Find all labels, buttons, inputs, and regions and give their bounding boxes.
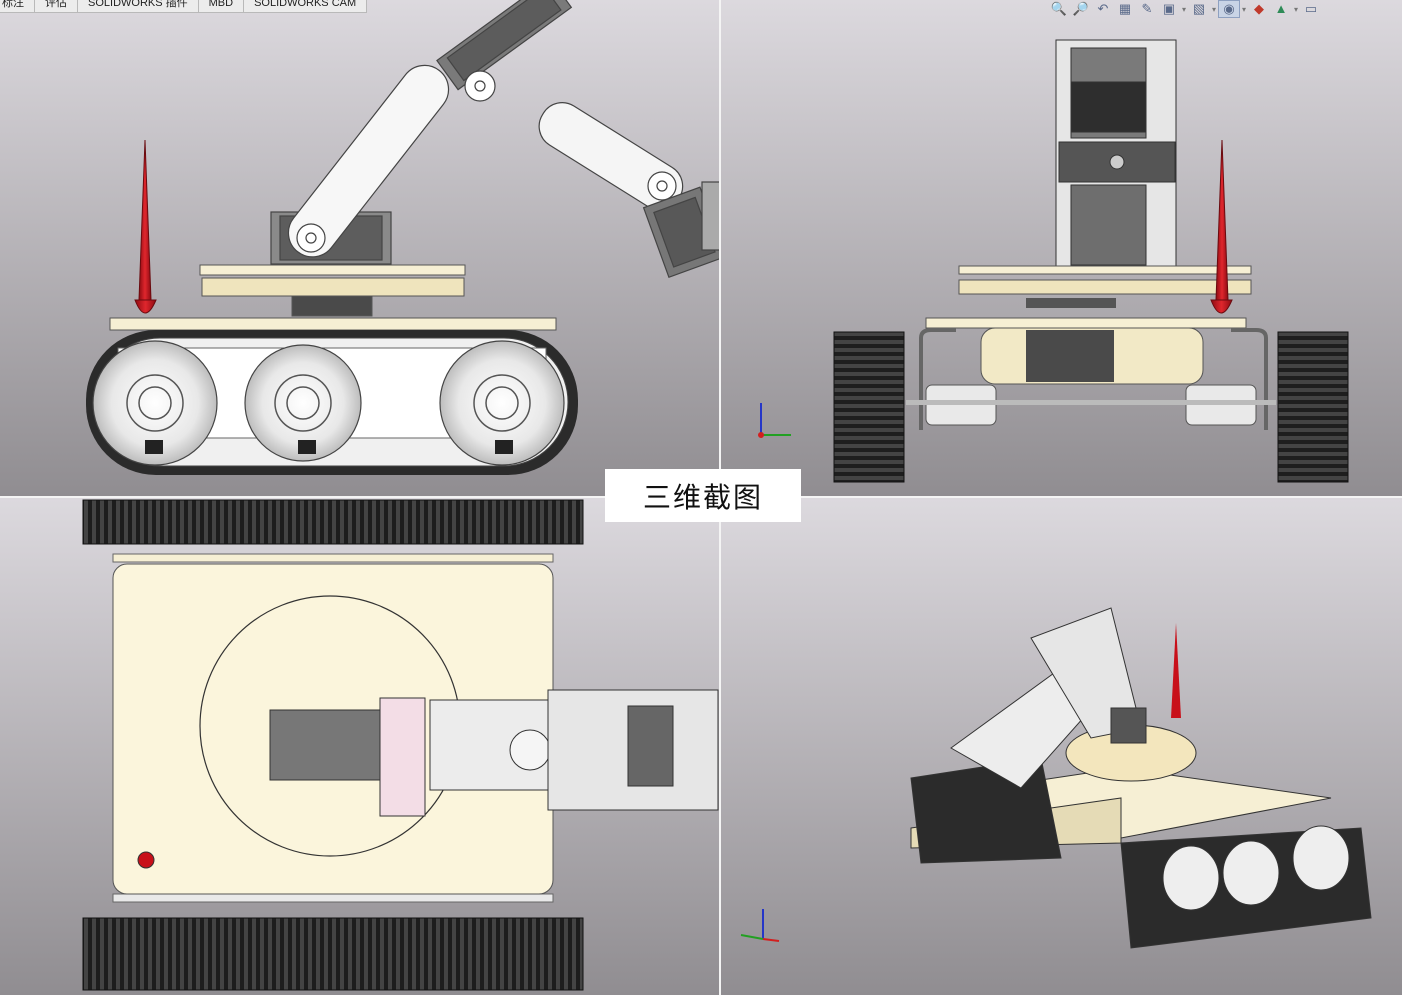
tab-mbd[interactable]: MBD xyxy=(199,0,245,12)
dropdown-arrow-icon[interactable]: ▾ xyxy=(1240,5,1248,14)
isometric-view-model xyxy=(721,498,1402,995)
hide-show-items-icon[interactable]: ◉ xyxy=(1218,0,1240,18)
dynamic-annotation-icon[interactable]: ✎ xyxy=(1136,0,1158,18)
apply-scene-icon[interactable]: ▲ xyxy=(1270,0,1292,18)
previous-view-icon[interactable]: ↶ xyxy=(1092,0,1114,18)
dropdown-arrow-icon[interactable]: ▾ xyxy=(1292,5,1300,14)
display-style-icon[interactable]: ▧ xyxy=(1188,0,1210,18)
tab-solidworks-cam[interactable]: SOLIDWORKS CAM xyxy=(244,0,368,12)
viewport-top[interactable] xyxy=(0,498,719,995)
command-manager-tabs: 标注 评估 SOLIDWORKS 插件 MBD SOLIDWORKS CAM xyxy=(0,0,368,13)
section-view-icon[interactable]: ▦ xyxy=(1114,0,1136,18)
view-settings-icon[interactable]: ▭ xyxy=(1300,0,1322,18)
tab-solidworks-addins[interactable]: SOLIDWORKS 插件 xyxy=(78,0,199,12)
dropdown-arrow-icon[interactable]: ▾ xyxy=(1180,5,1188,14)
top-view-model xyxy=(0,498,719,995)
coordinate-triad-icon xyxy=(758,403,791,438)
view-orientation-icon[interactable]: ▣ xyxy=(1158,0,1180,18)
viewport-front[interactable] xyxy=(0,0,719,496)
tab-evaluate[interactable]: 评估 xyxy=(35,0,78,12)
dropdown-arrow-icon[interactable]: ▾ xyxy=(1210,5,1218,14)
zoom-area-icon[interactable]: 🔎 xyxy=(1070,0,1092,18)
caption-label: 三维截图 xyxy=(605,469,801,522)
front-view-model xyxy=(0,0,719,496)
side-view-model xyxy=(721,0,1402,496)
zoom-to-fit-icon[interactable]: 🔍 xyxy=(1048,0,1070,18)
coordinate-triad-icon xyxy=(740,909,780,942)
tab-annotation[interactable]: 标注 xyxy=(0,0,35,12)
viewport-isometric[interactable] xyxy=(721,498,1402,995)
viewport-side[interactable] xyxy=(721,0,1402,496)
heads-up-view-toolbar: 🔍 🔎 ↶ ▦ ✎ ▣ ▾ ▧ ▾ ◉ ▾ ◆ ▲ ▾ ▭ xyxy=(1048,0,1402,18)
edit-appearance-icon[interactable]: ◆ xyxy=(1248,0,1270,18)
